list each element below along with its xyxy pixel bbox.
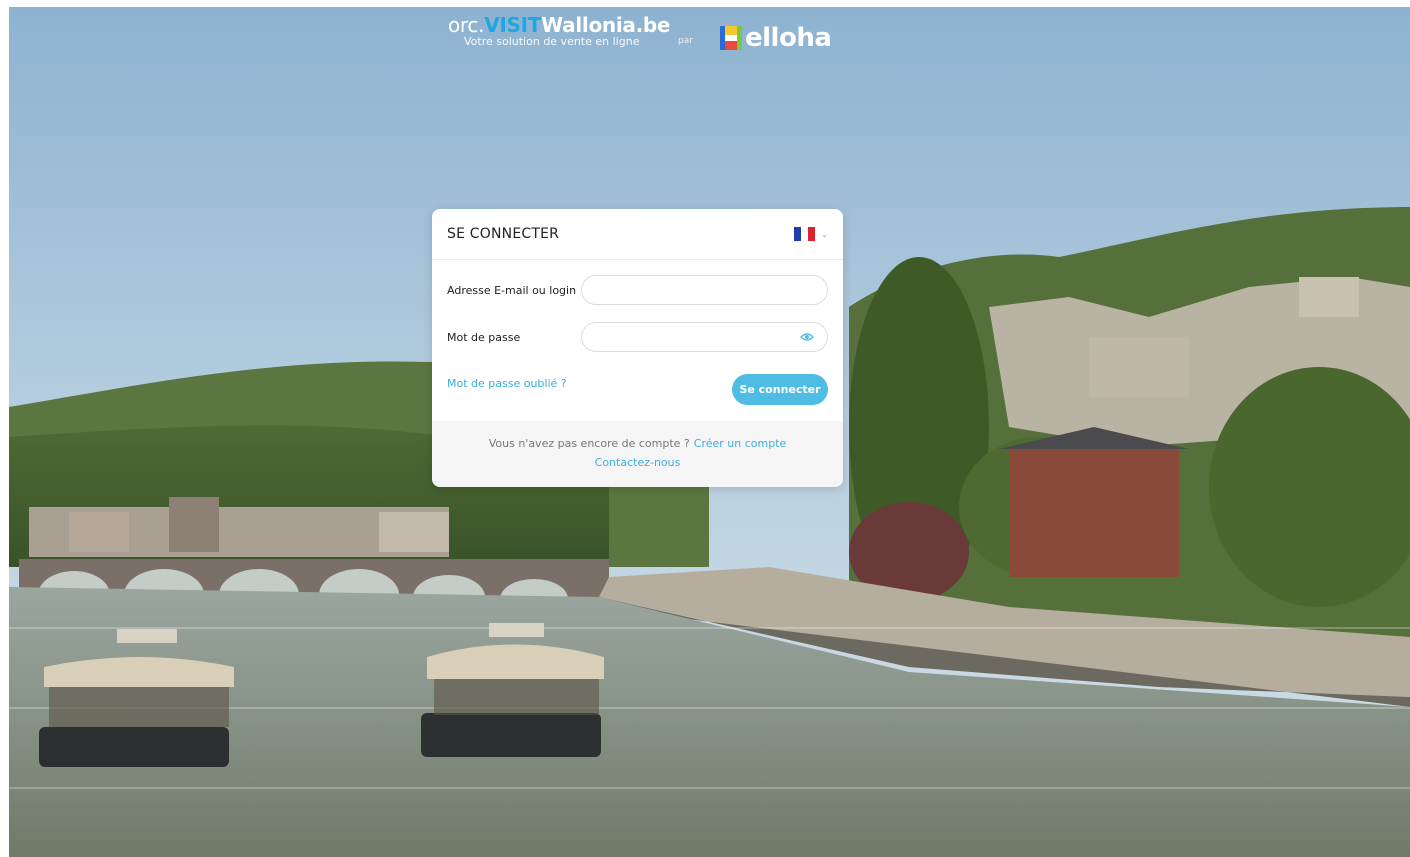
forgot-password-link[interactable]: Mot de passe oublié ?	[447, 377, 567, 390]
create-account-link[interactable]: Créer un compte	[694, 437, 787, 450]
brand-tagline: Votre solution de vente en ligne	[464, 35, 640, 48]
password-label: Mot de passe	[447, 330, 521, 344]
brand-suffix: .be	[635, 13, 671, 37]
contact-link[interactable]: Contactez-nous	[595, 456, 681, 469]
password-field[interactable]	[581, 322, 828, 352]
brand-visit: VISIT	[484, 13, 542, 37]
brand-prefix: orc.	[448, 13, 485, 37]
language-selector[interactable]: ⌄	[794, 227, 828, 241]
email-row: Adresse E-mail ou login	[447, 275, 828, 305]
france-flag-icon	[794, 227, 816, 241]
brand-wallonia: Wallonia	[541, 13, 636, 37]
login-card-header: SE CONNECTER ⌄	[432, 209, 843, 260]
par-text: par	[678, 36, 693, 46]
password-field-wrapper	[581, 322, 828, 352]
email-field[interactable]	[581, 275, 828, 305]
eye-icon[interactable]	[800, 332, 814, 342]
login-button[interactable]: Se connecter	[732, 374, 828, 405]
login-card-footer: Vous n'avez pas encore de compte ? Créer …	[432, 421, 843, 487]
chevron-down-icon: ⌄	[821, 229, 828, 239]
login-title: SE CONNECTER	[447, 226, 560, 242]
login-card: SE CONNECTER ⌄ Adresse E-mail ou login M…	[432, 209, 843, 487]
signup-prompt: Vous n'avez pas encore de compte ? Créer …	[432, 437, 843, 450]
orc-visit-wallonia-logo: orc.VISITWallonia.be Votre solution de v…	[448, 14, 670, 48]
elloha-wordmark: elloha	[745, 23, 832, 53]
elloha-mark-icon	[720, 26, 742, 50]
elloha-logo: elloha	[720, 23, 832, 53]
no-account-text: Vous n'avez pas encore de compte ?	[488, 437, 690, 450]
password-row: Mot de passe	[447, 322, 828, 352]
email-label: Adresse E-mail ou login	[447, 283, 577, 297]
